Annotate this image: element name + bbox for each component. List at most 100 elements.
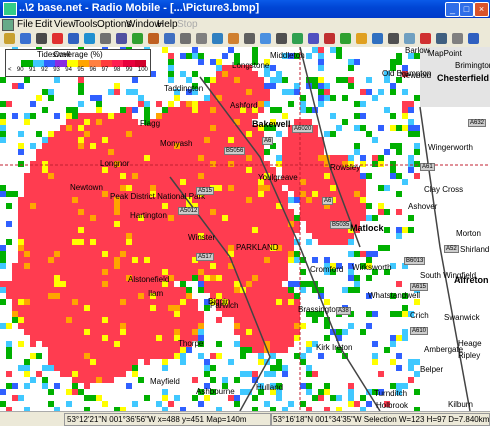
toolbar-button[interactable] (68, 33, 79, 44)
menu-view[interactable]: View (54, 19, 76, 30)
place-label: Kilburn (448, 400, 473, 409)
legend-swatch (32, 60, 44, 67)
place-label: Monyash (160, 139, 193, 148)
place-label: Ilam (148, 289, 164, 298)
document-icon[interactable] (2, 19, 14, 31)
legend-tick: 100 (137, 67, 148, 73)
place-label: MapPoint (428, 49, 462, 58)
toolbar-button[interactable] (420, 33, 431, 44)
legend-tick: < (8, 67, 12, 73)
place-label: Alstonefield (128, 275, 170, 284)
toolbar-button[interactable] (36, 33, 47, 44)
toolbar-button[interactable] (244, 33, 255, 44)
legend-swatch (77, 60, 90, 67)
toolbar-button[interactable] (372, 33, 383, 44)
toolbar-button[interactable] (212, 33, 223, 44)
toolbar-button[interactable] (388, 33, 399, 44)
legend-swatch (21, 60, 33, 67)
road-label: A610 (410, 327, 429, 335)
menu-file[interactable]: File (17, 19, 33, 30)
road-label: A61 (420, 163, 435, 171)
road-label: A615 (410, 283, 429, 291)
place-label: Peak District National Park (110, 192, 206, 201)
road-label: A6 (262, 137, 274, 145)
close-button[interactable]: × (474, 2, 489, 17)
toolbar-button[interactable] (468, 33, 479, 44)
legend-swatch (89, 60, 101, 67)
coverage-legend: Coverage (%) <90 91 92 93 94 95 96 97 98 99 100 (5, 49, 151, 77)
toolbar-button[interactable] (148, 33, 159, 44)
toolbar-button[interactable] (276, 33, 287, 44)
legend-tick: 96 (89, 67, 97, 73)
place-label: Kirk Ireton (316, 343, 353, 352)
legend-tick: 94 (65, 67, 72, 73)
toolbar-button[interactable] (180, 33, 191, 44)
maximize-button[interactable]: □ (459, 2, 474, 17)
toolbar-button[interactable] (20, 33, 31, 44)
place-label: Mayfield (150, 377, 180, 386)
legend-color-bar (10, 60, 146, 67)
road-label: B5035 (330, 221, 352, 229)
legend-tick: 93 (53, 67, 60, 73)
toolbar-button[interactable] (116, 33, 127, 44)
toolbar-button[interactable] (292, 33, 303, 44)
menu-tools[interactable]: Tools (74, 19, 97, 30)
legend-swatch (43, 60, 56, 67)
toolbar (0, 31, 490, 48)
toolbar-button[interactable] (436, 33, 447, 44)
selection-status: 53°16'18"N 001°34'35"W Selection W=123 H… (270, 413, 490, 426)
place-label: Ashbourne (196, 387, 235, 396)
legend-swatch (134, 60, 146, 67)
toolbar-button[interactable] (260, 33, 271, 44)
toolbar-button[interactable] (100, 33, 111, 44)
legend-swatch (55, 60, 67, 67)
place-label: Longstone (232, 61, 270, 70)
toolbar-button[interactable] (340, 33, 351, 44)
toolbar-button[interactable] (164, 33, 175, 44)
place-label: Ambergate (424, 345, 464, 354)
toolbar-button[interactable] (132, 33, 143, 44)
place-label: Parwich (210, 301, 239, 310)
place-label: Whatstandwell (368, 291, 421, 300)
legend-swatch (100, 60, 112, 67)
toolbar-button[interactable] (324, 33, 335, 44)
place-label: Crich (410, 311, 429, 320)
toolbar-button[interactable] (308, 33, 319, 44)
app-icon[interactable] (3, 2, 17, 16)
place-label: Youlgreave (258, 173, 298, 182)
legend-tick: 98 (113, 67, 121, 73)
legend-title: Coverage (%) (53, 50, 103, 59)
toolbar-button[interactable] (52, 33, 63, 44)
place-label: Longnor (100, 159, 130, 168)
menu-help[interactable]: Help (157, 19, 178, 30)
menu-edit[interactable]: Edit (35, 19, 52, 30)
minimize-button[interactable]: _ (445, 2, 460, 17)
toolbar-button[interactable] (404, 33, 415, 44)
legend-tick: 99 (125, 67, 133, 73)
place-label: Wingerworth (428, 143, 473, 152)
place-label: Chesterfield (437, 73, 490, 83)
toolbar-button[interactable] (452, 33, 463, 44)
place-label: Hulland (256, 383, 284, 392)
toolbar-button[interactable] (4, 33, 15, 44)
place-label: Brassington (298, 305, 341, 314)
place-label: Brimington (455, 61, 490, 70)
legend-swatch (66, 60, 78, 67)
legend-tick: 91 (29, 67, 36, 73)
toolbar-button[interactable] (196, 33, 207, 44)
road-label: A6 (322, 197, 334, 205)
place-label: Swanwick (444, 313, 480, 322)
coverage-map[interactable]: Coverage (%) <90 91 92 93 94 95 96 97 98 99 100 Ti… (0, 47, 490, 411)
place-label: Flagg (140, 119, 161, 128)
toolbar-button[interactable] (84, 33, 95, 44)
toolbar-button[interactable] (228, 33, 239, 44)
legend-tick: 92 (41, 67, 48, 73)
place-label: Newtown (70, 183, 103, 192)
toolbar-button[interactable] (356, 33, 367, 44)
cursor-status: 53°12'21"N 001°36'56"W x=488 y=451 Map=1… (64, 413, 272, 426)
road-label: A5012 (178, 207, 200, 215)
menu-stop: Stop (177, 19, 198, 30)
road-label: A52 (444, 245, 459, 253)
place-label: Belper (420, 365, 444, 374)
title-bar: ..\2 base.net - Radio Mobile - [...\Pict… (0, 0, 490, 18)
